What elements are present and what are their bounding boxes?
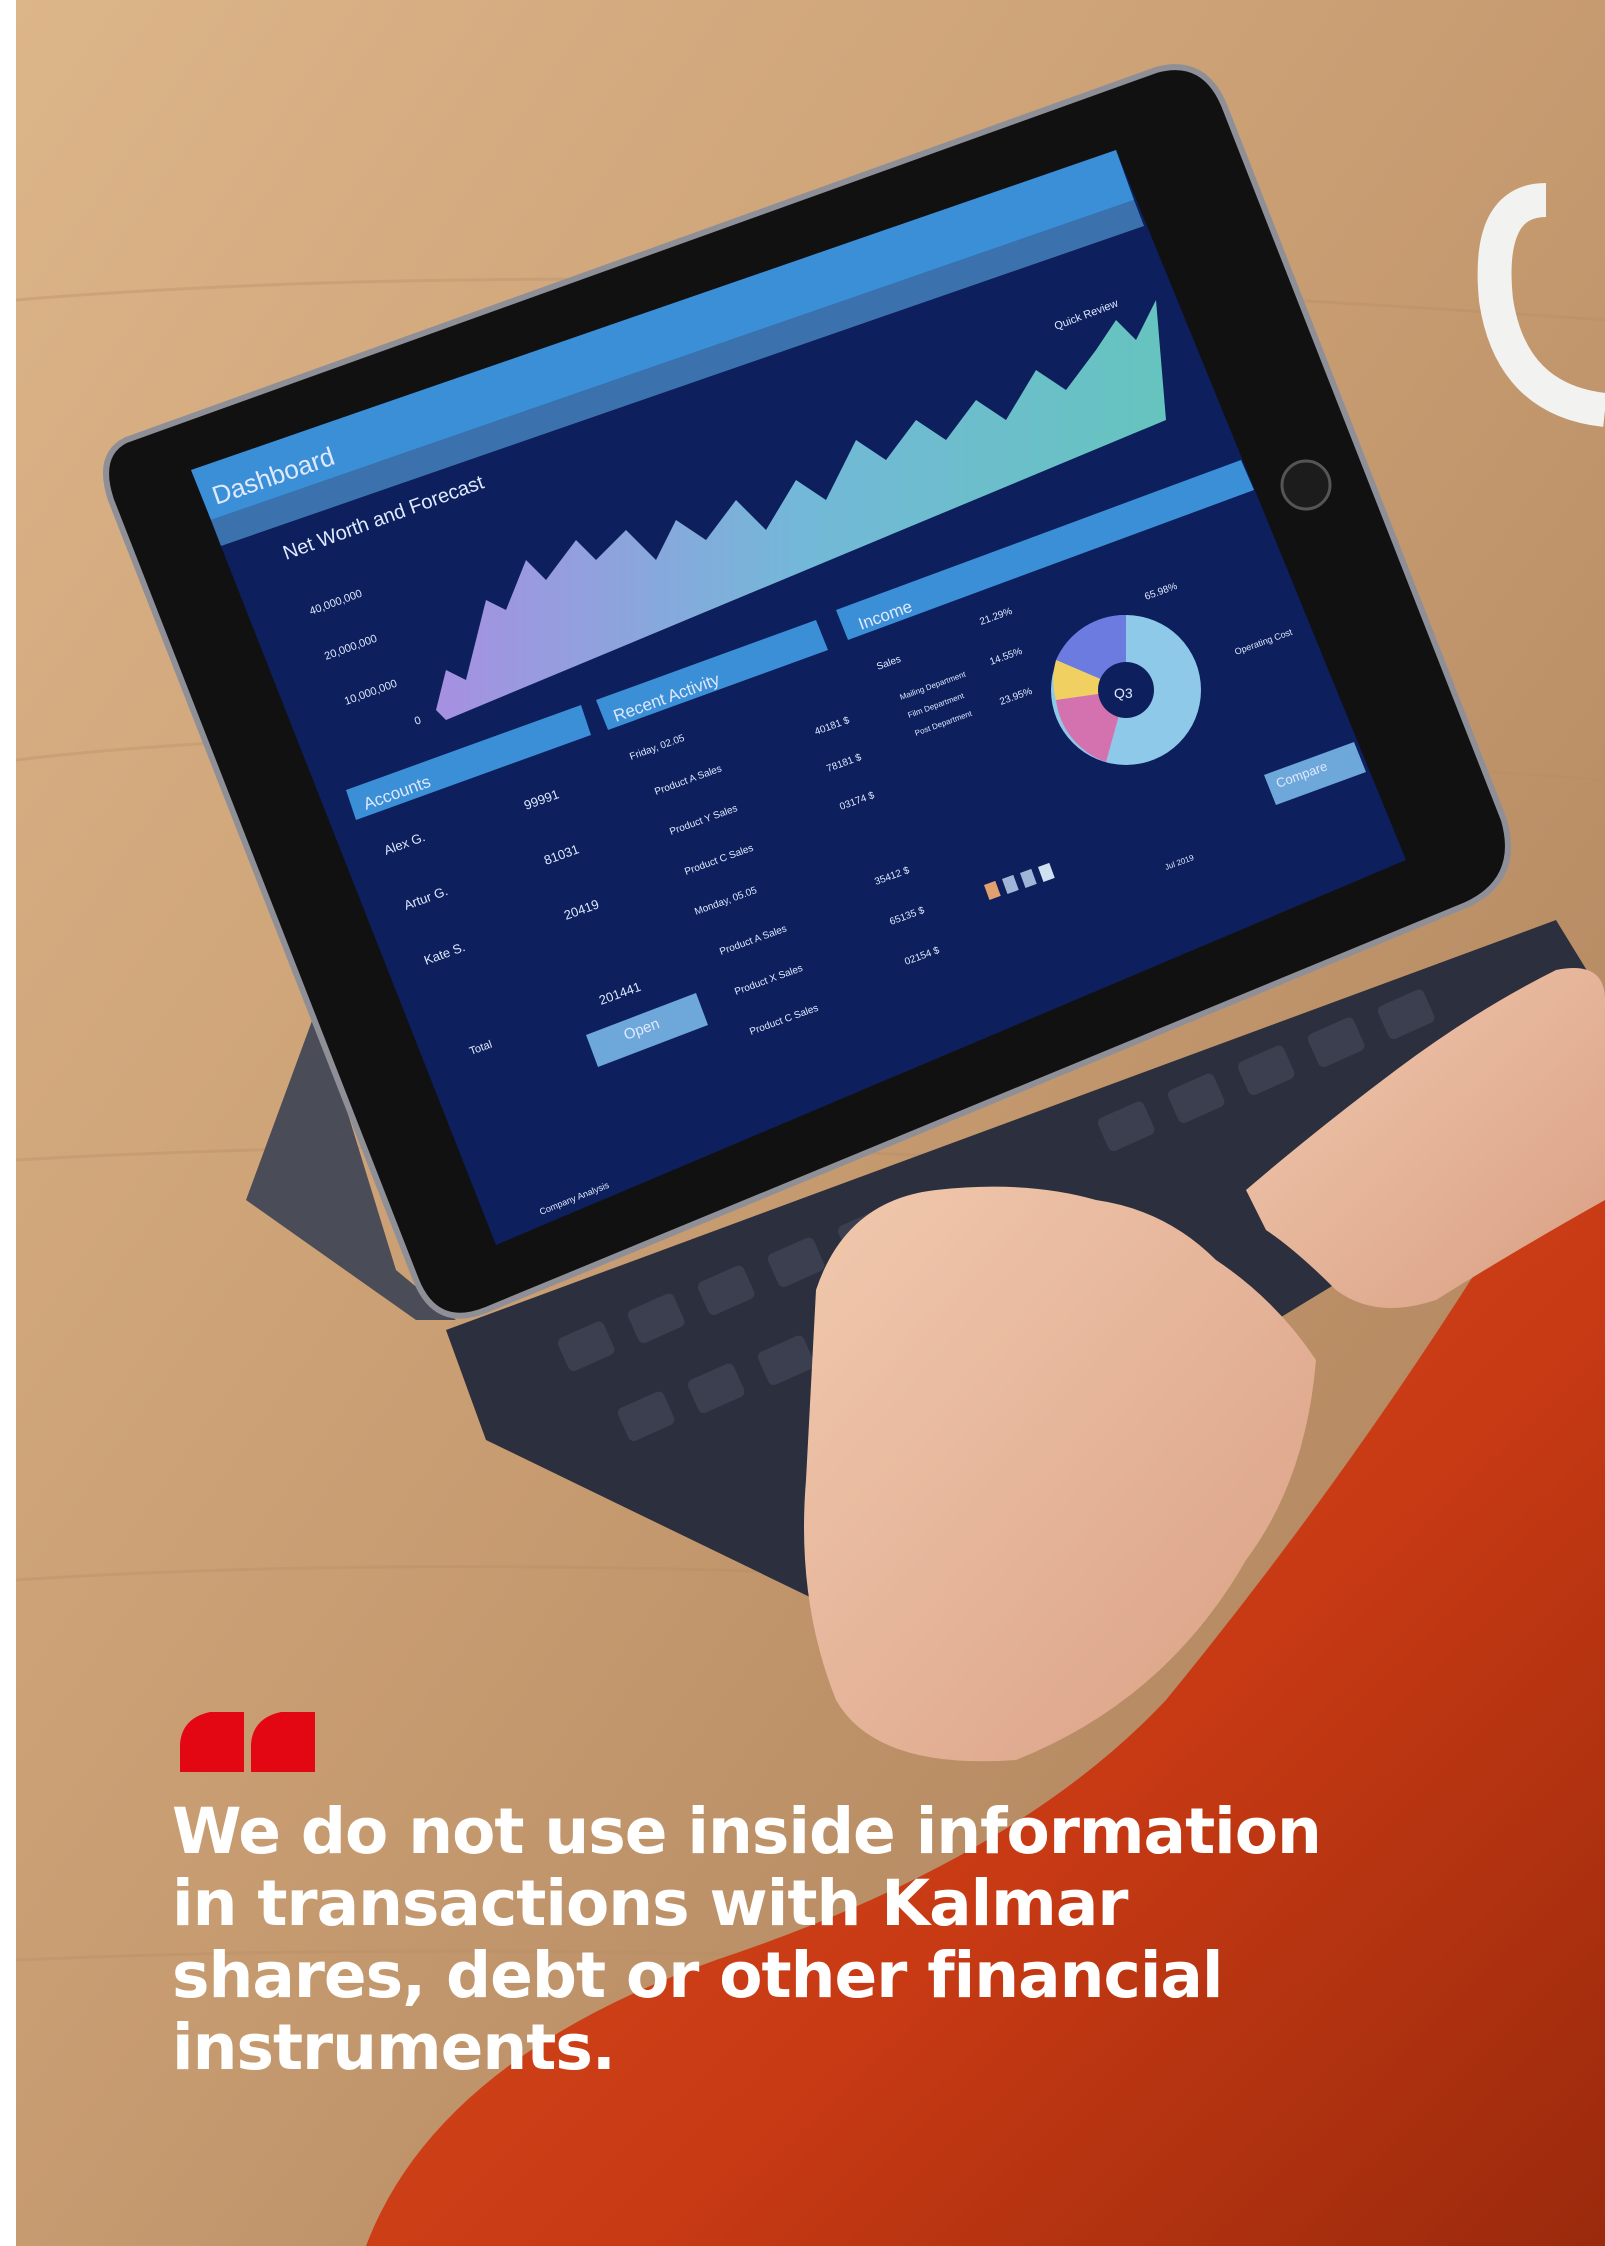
pull-quote: We do not use inside information in tran… (172, 1796, 1332, 2084)
income-pie: Q3 (1051, 614, 1201, 765)
home-button (1280, 459, 1332, 511)
quote-line: We do not use inside information (172, 1795, 1322, 1868)
left-margin (0, 0, 16, 2246)
page: Dashboard Quick Review Net Worth and For… (0, 0, 1605, 2246)
quote-line: shares, debt or other financial (172, 1939, 1224, 2012)
quote-mark-right (251, 1712, 315, 1772)
pie-center-label: Q3 (1114, 685, 1133, 701)
quote-line: in transactions with Kalmar (172, 1867, 1128, 1940)
quote-mark-icon (180, 1712, 315, 1772)
quote-mark-left (180, 1712, 244, 1772)
quote-line: instruments. (172, 2011, 616, 2084)
